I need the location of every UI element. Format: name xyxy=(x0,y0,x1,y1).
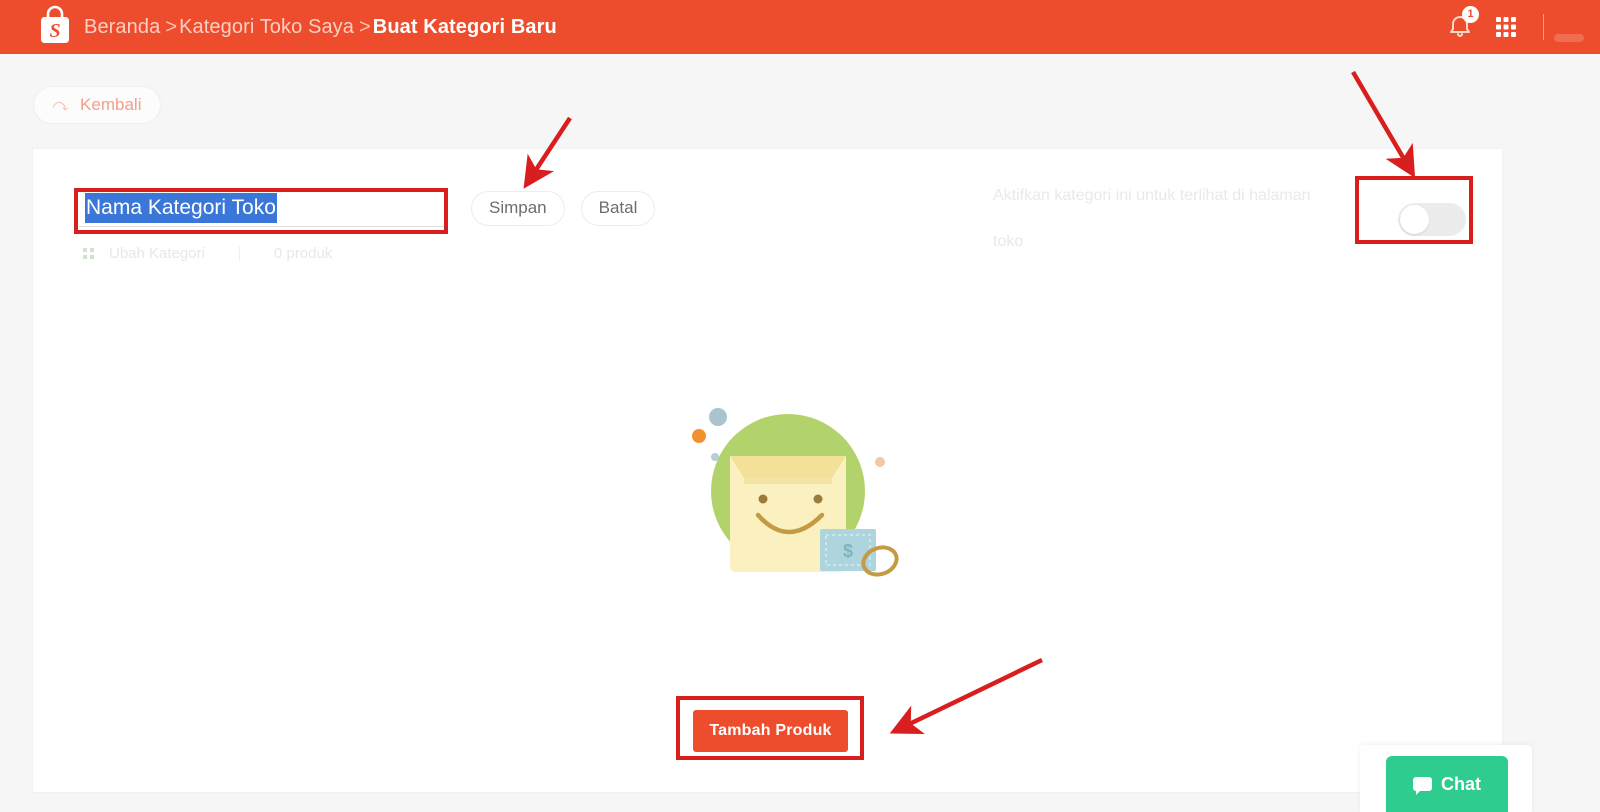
back-button[interactable]: ⤺ Kembali xyxy=(33,86,162,124)
breadcrumb-item-home[interactable]: Beranda xyxy=(84,16,160,39)
svg-text:S: S xyxy=(49,20,60,42)
activate-description: Aktifkan kategori ini untuk terlihat di … xyxy=(993,187,1311,250)
product-count-label: 0 produk xyxy=(273,245,333,262)
grid-small-icon xyxy=(83,248,94,259)
add-product-button[interactable]: Tambah Produk xyxy=(693,710,848,752)
user-account-menu[interactable] xyxy=(1548,0,1600,54)
header-actions: 1 xyxy=(1437,0,1600,54)
svg-text:$: $ xyxy=(843,541,853,561)
back-arrow-icon: ⤺ xyxy=(51,95,71,115)
cancel-button[interactable]: Batal xyxy=(580,190,656,226)
smiling-shopping-bag-icon: $ xyxy=(692,408,899,577)
breadcrumb-separator-2: > xyxy=(359,15,371,38)
breadcrumb-item-my-shop-categories[interactable]: Kategori Toko Saya xyxy=(179,16,354,39)
save-button[interactable]: Simpan xyxy=(471,190,565,226)
notification-badge: 1 xyxy=(1462,6,1479,23)
category-editor-card: Nama Kategori Toko Simpan Batal Ubah Kat… xyxy=(32,148,1503,793)
chat-bubble-icon xyxy=(1413,777,1432,795)
category-name-row: Nama Kategori Toko Simpan Batal xyxy=(79,189,656,227)
chat-button-label: Chat xyxy=(1441,773,1481,794)
category-meta-row: Ubah Kategori 0 produk xyxy=(83,245,332,262)
page-root: S Beranda > Kategori Toko Saya > Buat Ka… xyxy=(0,0,1600,812)
category-name-input[interactable] xyxy=(79,189,445,227)
back-button-label: Kembali xyxy=(80,95,142,114)
grid-apps-icon xyxy=(1496,17,1516,37)
breadcrumb-current-page: Buat Kategori Baru xyxy=(372,15,557,38)
header-divider xyxy=(1543,14,1544,40)
empty-state-illustration: $ xyxy=(668,381,908,581)
edit-category-label[interactable]: Ubah Kategori xyxy=(109,245,205,262)
category-name-input-wrapper[interactable]: Nama Kategori Toko xyxy=(79,189,445,227)
chat-button[interactable]: Chat xyxy=(1386,756,1508,812)
apps-grid-button[interactable] xyxy=(1483,0,1529,54)
meta-divider xyxy=(238,246,240,261)
breadcrumb-separator: > xyxy=(165,15,178,38)
shopee-bag-logo-icon[interactable]: S xyxy=(33,3,77,47)
notification-bell-button[interactable]: 1 xyxy=(1437,0,1483,54)
activate-category-toggle[interactable] xyxy=(1398,203,1466,236)
breadcrumb: Beranda > Kategori Toko Saya > Buat Kate… xyxy=(84,0,557,54)
activate-category-block: Aktifkan kategori ini untuk terlihat di … xyxy=(993,173,1473,265)
app-header: S Beranda > Kategori Toko Saya > Buat Ka… xyxy=(0,0,1600,54)
toggle-knob xyxy=(1400,205,1429,234)
